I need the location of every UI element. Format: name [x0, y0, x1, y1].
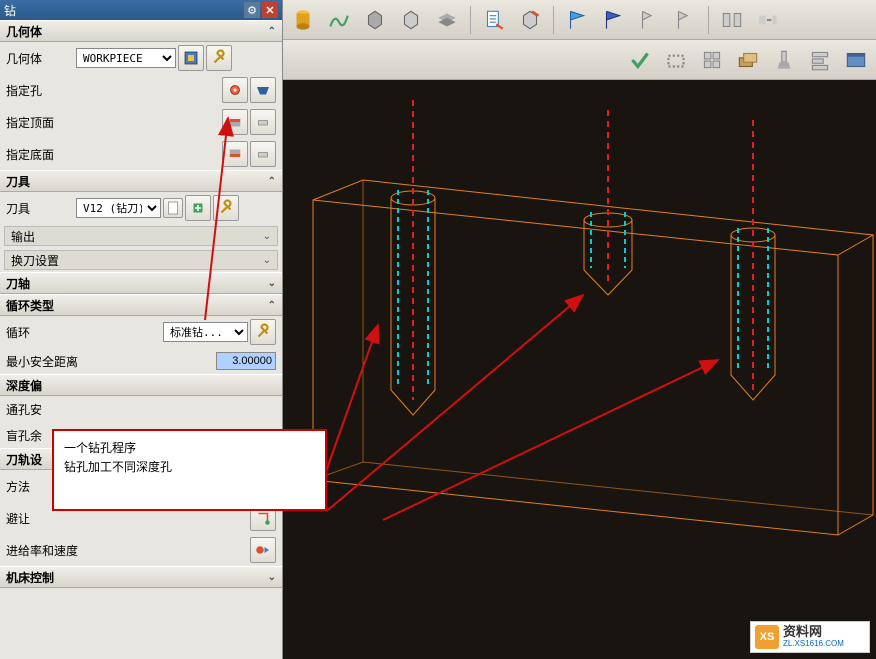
section-machine-control[interactable]: 机床控制 ⌄	[0, 566, 282, 588]
row-cycle: 循环 标准钻...	[0, 316, 282, 348]
tool-compare-icon[interactable]	[716, 4, 748, 36]
window-icon[interactable]	[840, 44, 872, 76]
chevron-down-icon[interactable]: ⌄	[263, 231, 271, 242]
dialog-title: 钻	[4, 2, 242, 19]
chevron-down-icon[interactable]: ⌄	[263, 255, 271, 266]
chevron-down-icon[interactable]: ⌄	[268, 572, 276, 583]
lamp-icon[interactable]	[768, 44, 800, 76]
tool-sheet-icon[interactable]	[478, 4, 510, 36]
viewport-svg	[283, 80, 876, 659]
tool-layer-icon[interactable]	[431, 4, 463, 36]
sub-tool-change[interactable]: 换刀设置 ⌄	[4, 250, 278, 270]
watermark-main: 资料网	[783, 625, 844, 639]
row-specify-bottom: 指定底面	[0, 138, 282, 170]
annotation-line2: 钻孔加工不同深度孔	[64, 458, 315, 477]
tool-block2-icon[interactable]	[395, 4, 427, 36]
annotation-callout: 一个钻孔程序 钻孔加工不同深度孔	[52, 429, 327, 511]
row-feed-speed: 进给率和速度	[0, 534, 282, 566]
geometry-select-icon[interactable]	[178, 45, 204, 71]
settings-icon[interactable]: ⚙	[244, 2, 260, 18]
tool-combo[interactable]: V12 (钻刀)	[76, 198, 161, 218]
tool-flag3-icon[interactable]	[633, 4, 665, 36]
align-icon[interactable]	[804, 44, 836, 76]
chevron-down-icon[interactable]: ⌄	[268, 278, 276, 289]
specify-hole-icon[interactable]	[222, 77, 248, 103]
tool-new-icon[interactable]	[185, 195, 211, 221]
section-tool[interactable]: 刀具 ⌃	[0, 170, 282, 192]
tool-block-icon[interactable]	[359, 4, 391, 36]
tool-flag1-icon[interactable]	[561, 4, 593, 36]
toolbar-1	[283, 0, 876, 40]
tool-transfer-icon[interactable]	[752, 4, 784, 36]
row-through-safe: 通孔安	[0, 396, 282, 422]
tool-flag2-icon[interactable]	[597, 4, 629, 36]
section-depth-offset[interactable]: 深度偏	[0, 374, 282, 396]
layers2-icon[interactable]	[732, 44, 764, 76]
specify-top-icon[interactable]	[222, 109, 248, 135]
toolbar-separator	[470, 6, 471, 34]
right-area: XS 资料网 ZL.XS1616.COM	[283, 0, 876, 659]
tool-info-icon[interactable]	[163, 198, 183, 218]
cycle-edit-icon[interactable]	[250, 319, 276, 345]
watermark-sub: ZL.XS1616.COM	[783, 640, 844, 649]
row-specify-top: 指定顶面	[0, 106, 282, 138]
watermark-logo: XS	[755, 625, 779, 649]
feed-speed-icon[interactable]	[250, 537, 276, 563]
specify-bottom-display-icon[interactable]	[250, 141, 276, 167]
geometry-wrench-icon[interactable]	[206, 45, 232, 71]
tool-path-icon[interactable]	[323, 4, 355, 36]
toolbar-separator	[708, 6, 709, 34]
min-safe-input[interactable]	[216, 352, 276, 370]
dialog-titlebar: 钻 ⚙ ✕	[0, 0, 282, 20]
row-specify-hole: 指定孔	[0, 74, 282, 106]
close-icon[interactable]: ✕	[262, 2, 278, 18]
watermark: XS 资料网 ZL.XS1616.COM	[750, 621, 870, 653]
tool-wrench-icon[interactable]	[213, 195, 239, 221]
check-icon[interactable]	[624, 44, 656, 76]
tool-flag4-icon[interactable]	[669, 4, 701, 36]
toolbar-separator	[553, 6, 554, 34]
cycle-combo[interactable]: 标准钻...	[163, 322, 248, 342]
toolbar-2	[283, 40, 876, 80]
specify-hole-display-icon[interactable]	[250, 77, 276, 103]
chevron-up-icon[interactable]: ⌃	[268, 300, 276, 311]
row-geometry-body: 几何体 WORKPIECE	[0, 42, 282, 74]
grid-icon[interactable]	[696, 44, 728, 76]
section-cycle-type[interactable]: 循环类型 ⌃	[0, 294, 282, 316]
geometry-combo[interactable]: WORKPIECE	[76, 48, 176, 68]
row-tool: 刀具 V12 (钻刀)	[0, 192, 282, 224]
section-geometry[interactable]: 几何体 ⌃	[0, 20, 282, 42]
annotation-line1: 一个钻孔程序	[64, 439, 315, 458]
rect-sel-icon[interactable]	[660, 44, 692, 76]
tool-verify-icon[interactable]	[514, 4, 546, 36]
specify-top-display-icon[interactable]	[250, 109, 276, 135]
chevron-up-icon[interactable]: ⌃	[268, 26, 276, 37]
drill-dialog-panel: 钻 ⚙ ✕ 几何体 ⌃ 几何体 WORKPIECE 指定孔 指定顶面 指定底面 …	[0, 0, 283, 659]
chevron-up-icon[interactable]: ⌃	[268, 176, 276, 187]
row-min-safe: 最小安全距离	[0, 348, 282, 374]
3d-viewport[interactable]: XS 资料网 ZL.XS1616.COM	[283, 80, 876, 659]
tool-cylinder-icon[interactable]	[287, 4, 319, 36]
section-tool-axis[interactable]: 刀轴 ⌄	[0, 272, 282, 294]
sub-output[interactable]: 输出 ⌄	[4, 226, 278, 246]
specify-bottom-icon[interactable]	[222, 141, 248, 167]
